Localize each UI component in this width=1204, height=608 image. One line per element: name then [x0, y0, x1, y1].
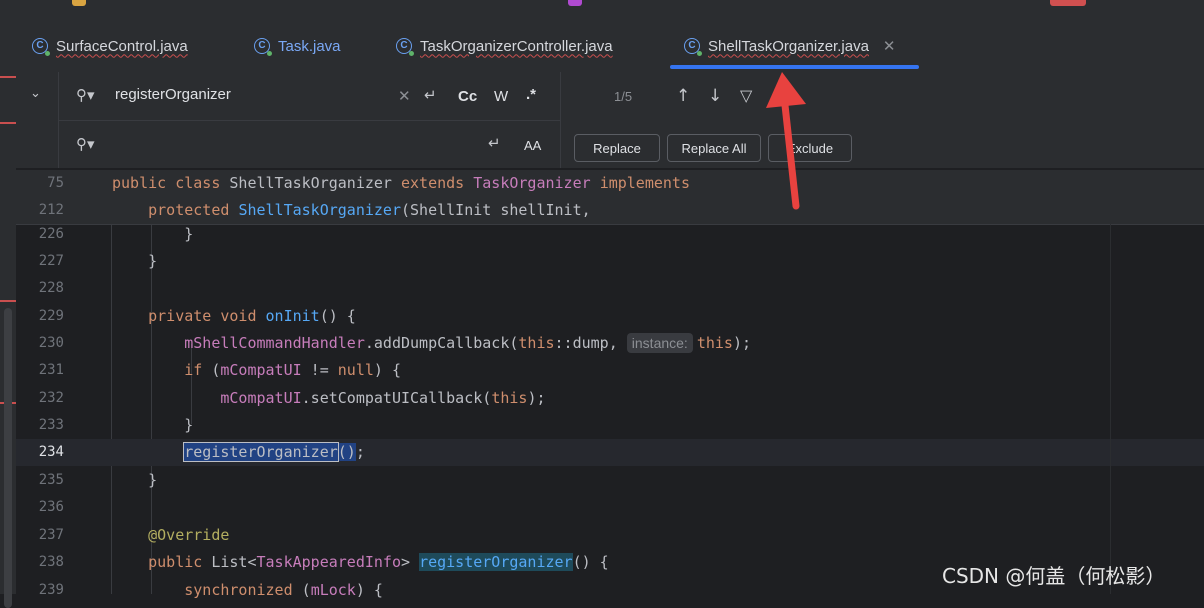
watermark: CSDN @何盖（何松影）	[942, 564, 1166, 588]
annotation-arrow-icon	[766, 72, 806, 210]
